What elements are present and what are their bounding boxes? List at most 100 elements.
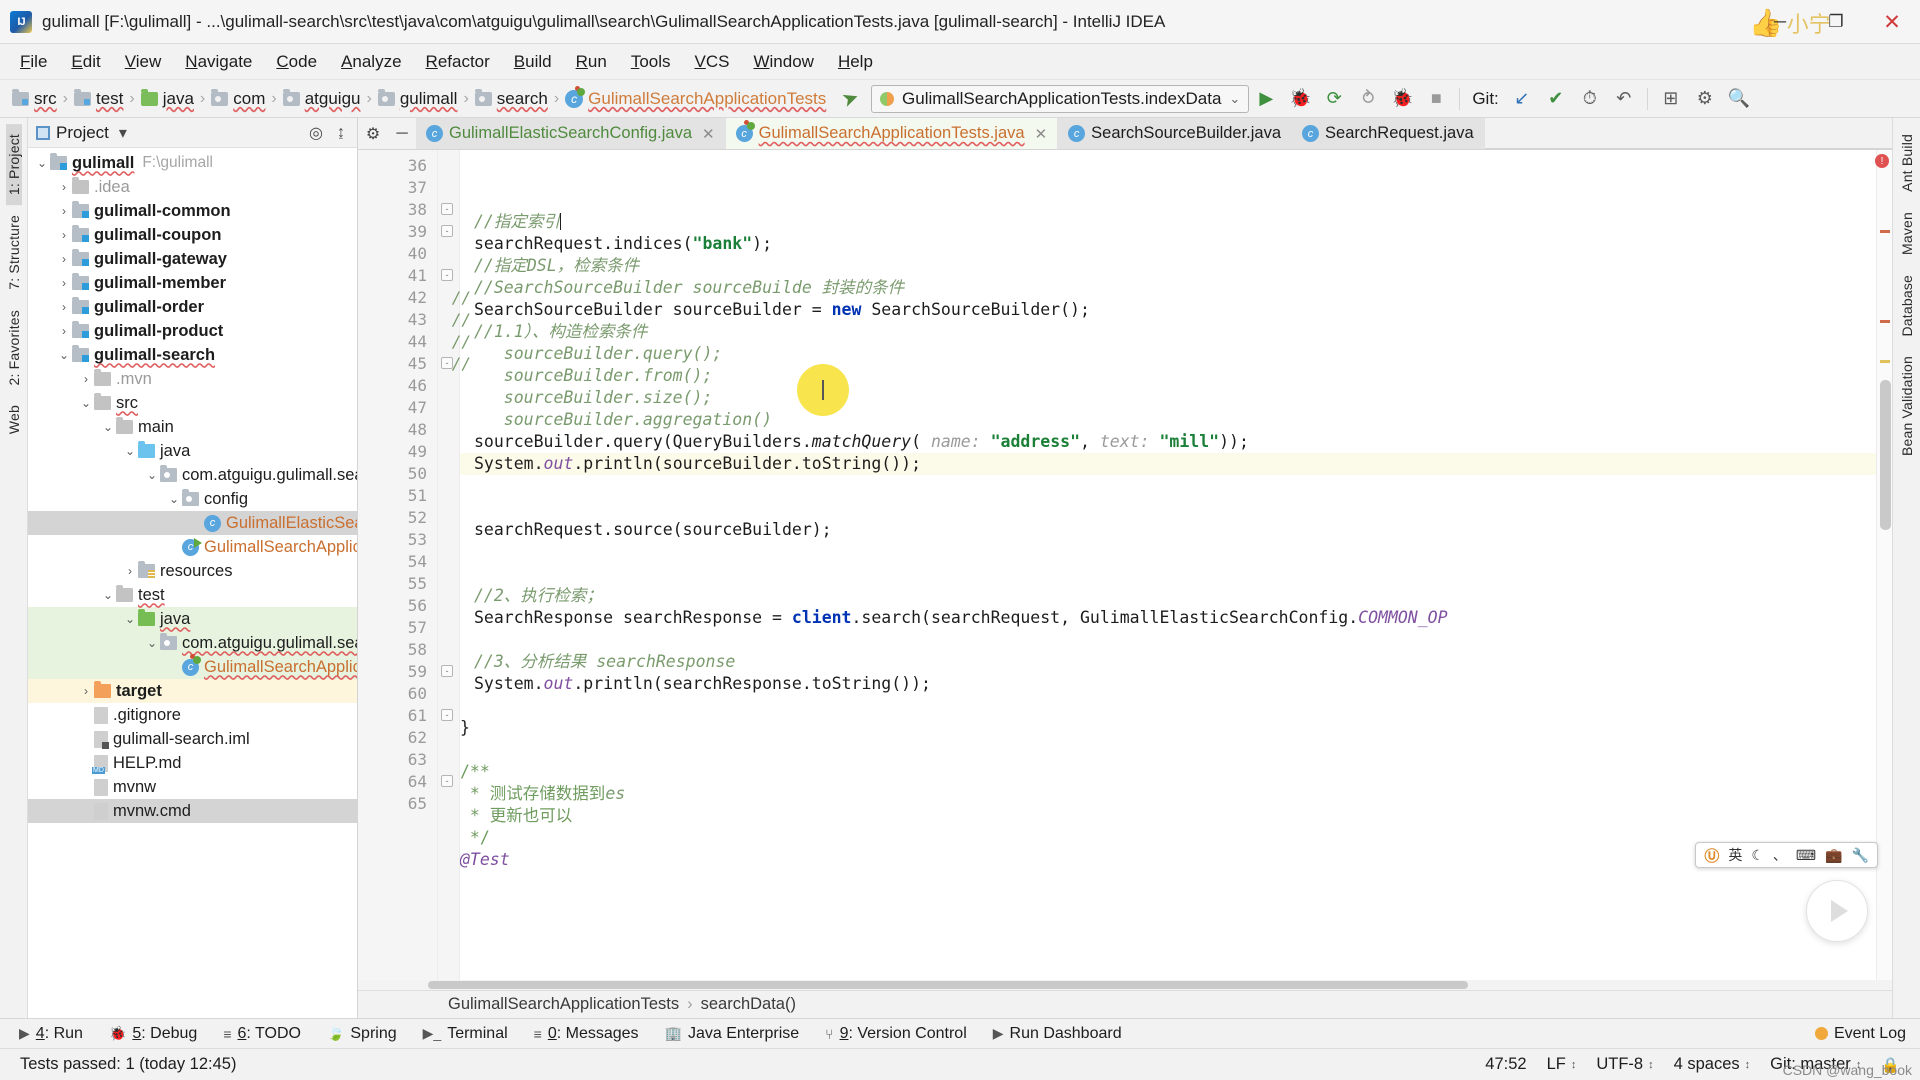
minimize-button[interactable]: ─ [1752,0,1808,44]
caret-position[interactable]: 47:52 [1475,1055,1536,1074]
gear-icon[interactable]: ⚙ [358,118,388,149]
tree-node[interactable]: c GulimallElasticSear [28,511,357,535]
tool-window-terminal[interactable]: ▶_ Terminal [410,1025,521,1043]
menu-refactor[interactable]: Refactor [414,48,502,76]
fold-marker[interactable]: - [438,220,459,242]
fold-toggle-icon[interactable]: - [441,357,453,369]
code-line[interactable]: @Test [460,849,1876,871]
profile-button[interactable]: ⥁ [1351,84,1385,114]
fold-marker[interactable]: - [438,704,459,726]
tree-node[interactable]: ⌄ com.atguigu.gulimall.sear [28,631,357,655]
tree-node[interactable]: mvnw [28,775,357,799]
tree-node[interactable]: gulimall-search.iml [28,727,357,751]
fold-marker[interactable]: - [438,264,459,286]
fold-toggle-icon[interactable]: - [441,665,453,677]
code-line[interactable]: SearchSourceBuilder sourceBuilder = new … [460,299,1876,321]
menu-tools[interactable]: Tools [619,48,683,76]
code-line[interactable] [460,475,1876,497]
encoding[interactable]: UTF-8 ↕ [1586,1055,1663,1074]
tool-window-9-version-control[interactable]: ⑂ 9: Version Control [812,1025,980,1043]
tree-node[interactable]: c GulimallSearchApplica [28,535,357,559]
tree-node[interactable]: ⌄ src [28,391,357,415]
tree-node[interactable]: › gulimall-product [28,319,357,343]
close-icon[interactable]: ✕ [702,125,715,143]
code-line[interactable]: sourceBuilder.from(); [460,365,1876,387]
breadcrumb-item-test[interactable]: test [70,88,127,109]
fold-toggle-icon[interactable]: - [441,225,453,237]
tree-node[interactable]: › resources [28,559,357,583]
editor-breadcrumb-item[interactable]: searchData() [701,995,796,1014]
moon-icon[interactable]: ☾ [1751,847,1764,864]
breadcrumb-item-src[interactable]: src [8,88,61,109]
breadcrumb-item-search[interactable]: search [471,88,552,109]
tool-window-button-maven[interactable]: Maven [1899,202,1915,265]
tree-twisty-icon[interactable]: › [56,252,72,266]
menu-build[interactable]: Build [502,48,564,76]
fold-marker[interactable]: - [438,770,459,792]
git-revert-icon[interactable]: ↶ [1607,84,1641,114]
tree-twisty-icon[interactable]: › [56,300,72,314]
video-play-button[interactable] [1806,880,1868,942]
menu-edit[interactable]: Edit [59,48,112,76]
tree-twisty-icon[interactable]: ⌄ [100,588,116,602]
tree-twisty-icon[interactable]: ⌄ [34,156,50,170]
tree-node[interactable]: ⌄ gulimall F:\gulimall [28,151,357,175]
code-line[interactable]: sourceBuilder.aggregation() [460,409,1876,431]
tool-window-button-bean-validation[interactable]: Bean Validation [1899,346,1915,466]
code-line[interactable]: System.out.println(searchResponse.toStri… [460,673,1876,695]
code-line[interactable] [460,541,1876,563]
editor-tab-gulimallsearchapplicationtests[interactable]: c GulimallSearchApplicationTests.java ✕ [725,118,1059,149]
tree-twisty-icon[interactable]: ⌄ [100,420,116,434]
ime-toolbar[interactable]: Ⓤ 英 ☾ 、 ⌨ 💼 🔧 [1695,842,1878,868]
indent-setting[interactable]: 4 spaces ↕ [1664,1055,1761,1074]
code-line[interactable]: sourceBuilder.query(QueryBuilders.matchQ… [460,431,1876,453]
menu-run[interactable]: Run [564,48,619,76]
close-icon[interactable]: ✕ [1035,125,1048,143]
code-line[interactable]: searchRequest.source(sourceBuilder); [460,519,1876,541]
code-line[interactable] [460,497,1876,519]
code-line[interactable]: sourceBuilder.query(); [460,343,1876,365]
tree-node[interactable]: › gulimall-gateway [28,247,357,271]
ime-language[interactable]: 英 [1728,845,1742,865]
tool-window-button-1-project[interactable]: 1: Project [5,124,22,206]
menu-window[interactable]: Window [741,48,825,76]
line-separator[interactable]: LF ↕ [1537,1055,1587,1074]
tree-twisty-icon[interactable]: › [56,228,72,242]
tool-window-5-debug[interactable]: 🐞 5: Debug [96,1025,210,1043]
tool-window-button-database[interactable]: Database [1899,265,1915,347]
menu-view[interactable]: View [113,48,174,76]
source-code[interactable]: //指定索引 searchRequest.indices("bank");//指定… [460,150,1876,980]
tree-node[interactable]: ⌄ com.atguigu.gulimall.sear [28,463,357,487]
search-everywhere-icon[interactable]: ⊞ [1654,84,1688,114]
horizontal-scrollbar[interactable] [358,980,1892,990]
build-hammer-icon[interactable]: ➤ [827,80,874,117]
maximize-button[interactable]: ❐ [1808,0,1864,44]
editor-breadcrumb-item[interactable]: GulimallSearchApplicationTests [448,995,679,1014]
code-line[interactable]: */ [460,827,1876,849]
code-line[interactable]: //2、执行检索； [460,585,1876,607]
chevron-down-icon[interactable]: ⌄ [1229,91,1240,107]
breadcrumb-item-gulimall[interactable]: gulimall [374,88,462,109]
fold-marker[interactable]: - [438,198,459,220]
tool-window-0-messages[interactable]: ≡ 0: Messages [521,1025,652,1043]
tool-window-4-run[interactable]: ▶ 4: Run [6,1025,96,1043]
code-line[interactable]: //指定DSL，检索条件 [460,255,1876,277]
code-line[interactable]: /** [460,761,1876,783]
menu-help[interactable]: Help [826,48,885,76]
code-line[interactable] [460,739,1876,761]
tree-node[interactable]: ⌄ test [28,583,357,607]
tool-window-button-7-structure[interactable]: 7: Structure [6,205,22,300]
code-line[interactable] [460,629,1876,651]
code-line[interactable]: //1.1）、构造检索条件 [460,321,1876,343]
tool-window-button-ant-build[interactable]: Ant Build [1899,124,1915,202]
git-commit-icon[interactable]: ✔ [1539,84,1573,114]
tree-node[interactable]: › gulimall-order [28,295,357,319]
editor-tab-gulimallelasticsearchconfig[interactable]: c GulimallElasticSearchConfig.java ✕ [416,118,726,149]
vertical-scrollbar-thumb[interactable] [1880,380,1891,530]
tree-node[interactable]: .gitignore [28,703,357,727]
tree-node[interactable]: ⌄ main [28,415,357,439]
tree-node[interactable]: mvnw.cmd [28,799,357,823]
tree-twisty-icon[interactable]: ⌄ [78,396,94,410]
minimize-icon[interactable]: ─ [388,118,416,149]
attach-profiler-button[interactable]: 🐞 [1385,84,1419,114]
